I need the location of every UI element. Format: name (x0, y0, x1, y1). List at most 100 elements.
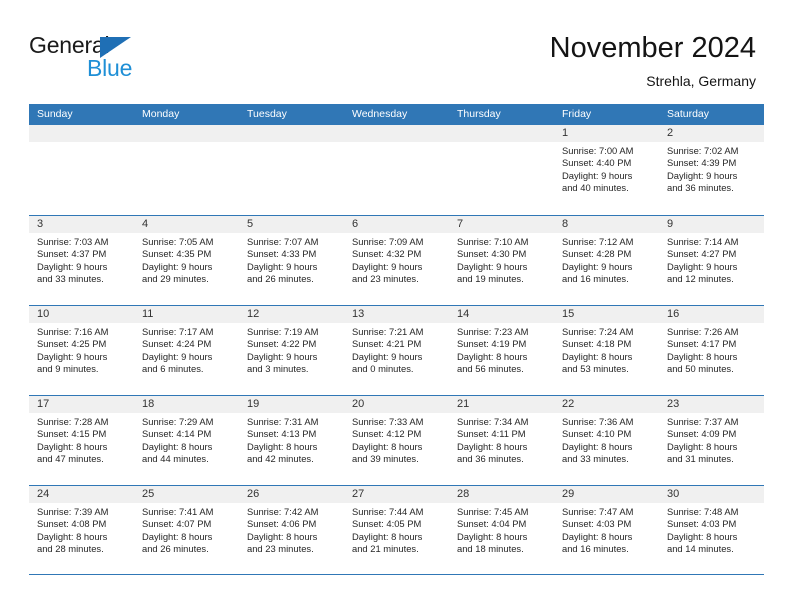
day-cell[interactable]: 29 Sunrise: 7:47 AM Sunset: 4:03 PM Dayligh… (554, 486, 659, 574)
sunrise-text: Sunrise: 7:17 AM (142, 326, 214, 337)
day-cell[interactable]: 27 Sunrise: 7:44 AM Sunset: 4:05 PM Dayligh… (344, 486, 449, 574)
day-cell[interactable]: 23 Sunrise: 7:37 AM Sunset: 4:09 PM Dayligh… (659, 396, 764, 485)
day-cell[interactable]: 5 Sunrise: 7:07 AM Sunset: 4:33 PM Daylight… (239, 216, 344, 305)
daylight-text-line2: and 36 minutes. (457, 452, 524, 464)
day-number: 13 (344, 306, 449, 323)
sunrise-text: Sunrise: 7:10 AM (457, 236, 529, 247)
daylight-text-line2: and 18 minutes. (457, 542, 524, 554)
day-cell[interactable]: 21 Sunrise: 7:34 AM Sunset: 4:11 PM Dayligh… (449, 396, 554, 485)
day-cell[interactable]: 30 Sunrise: 7:48 AM Sunset: 4:03 PM Dayligh… (659, 486, 764, 574)
sunset-text: Sunset: 4:11 PM (457, 428, 526, 440)
day-cell[interactable]: 14 Sunrise: 7:23 AM Sunset: 4:19 PM Dayligh… (449, 306, 554, 395)
weekday-header-monday: Monday (142, 108, 180, 120)
day-details: Sunrise: 7:00 AM Sunset: 4:40 PM Daylight:… (554, 142, 659, 194)
day-cell[interactable]: 9 Sunrise: 7:14 AM Sunset: 4:27 PM Daylight… (659, 216, 764, 305)
daylight-text-line1: Daylight: 8 hours (562, 530, 633, 542)
day-cell[interactable]: 17 Sunrise: 7:28 AM Sunset: 4:15 PM Dayligh… (29, 396, 134, 485)
day-number: 26 (239, 486, 344, 503)
day-cell-empty (239, 125, 344, 215)
sunrise-text: Sunrise: 7:42 AM (247, 506, 319, 517)
sunrise-text: Sunrise: 7:28 AM (37, 416, 109, 427)
sunset-text: Sunset: 4:03 PM (667, 518, 737, 530)
daylight-text-line2: and 36 minutes. (667, 181, 734, 193)
day-details: Sunrise: 7:28 AM Sunset: 4:15 PM Daylight:… (29, 413, 134, 465)
logo-text-blue: Blue (87, 55, 133, 81)
day-cell[interactable]: 12 Sunrise: 7:19 AM Sunset: 4:22 PM Dayligh… (239, 306, 344, 395)
day-details: Sunrise: 7:41 AM Sunset: 4:07 PM Daylight:… (134, 503, 239, 555)
day-cell[interactable]: 25 Sunrise: 7:41 AM Sunset: 4:07 PM Dayligh… (134, 486, 239, 574)
day-details: Sunrise: 7:39 AM Sunset: 4:08 PM Daylight:… (29, 503, 134, 555)
day-cell[interactable]: 13 Sunrise: 7:21 AM Sunset: 4:21 PM Dayligh… (344, 306, 449, 395)
day-number: 28 (449, 486, 554, 503)
day-number (344, 125, 449, 142)
day-number: 15 (554, 306, 659, 323)
day-cell[interactable]: 2 Sunrise: 7:02 AM Sunset: 4:39 PM Daylight… (659, 125, 764, 215)
day-cell-empty (344, 125, 449, 215)
sunset-text: Sunset: 4:32 PM (352, 248, 422, 260)
daylight-text-line1: Daylight: 9 hours (352, 350, 423, 362)
day-number: 11 (134, 306, 239, 323)
day-cell[interactable]: 19 Sunrise: 7:31 AM Sunset: 4:13 PM Dayligh… (239, 396, 344, 485)
day-cell[interactable]: 6 Sunrise: 7:09 AM Sunset: 4:32 PM Daylight… (344, 216, 449, 305)
day-cell[interactable]: 3 Sunrise: 7:03 AM Sunset: 4:37 PM Daylight… (29, 216, 134, 305)
day-cell[interactable]: 15 Sunrise: 7:24 AM Sunset: 4:18 PM Dayligh… (554, 306, 659, 395)
sunrise-text: Sunrise: 7:09 AM (352, 236, 424, 247)
daylight-text-line2: and 42 minutes. (247, 452, 314, 464)
calendar-grid: Sunday Monday Tuesday Wednesday Thursday Frid… (29, 104, 764, 575)
day-cell[interactable]: 7 Sunrise: 7:10 AM Sunset: 4:30 PM Daylight… (449, 216, 554, 305)
daylight-text-line2: and 50 minutes. (667, 362, 734, 374)
day-cell[interactable]: 20 Sunrise: 7:33 AM Sunset: 4:12 PM Dayligh… (344, 396, 449, 485)
day-details: Sunrise: 7:24 AM Sunset: 4:18 PM Daylight:… (554, 323, 659, 375)
weekday-header-tuesday: Tuesday (247, 108, 287, 120)
day-cell[interactable]: 26 Sunrise: 7:42 AM Sunset: 4:06 PM Dayligh… (239, 486, 344, 574)
daylight-text-line1: Daylight: 8 hours (352, 440, 423, 452)
day-cell[interactable]: 1 Sunrise: 7:00 AM Sunset: 4:40 PM Daylight… (554, 125, 659, 215)
day-cell[interactable]: 4 Sunrise: 7:05 AM Sunset: 4:35 PM Daylight… (134, 216, 239, 305)
page-subtitle-location: Strehla, Germany (646, 73, 756, 89)
sunrise-text: Sunrise: 7:14 AM (667, 236, 739, 247)
daylight-text-line1: Daylight: 9 hours (667, 260, 738, 272)
sunset-text: Sunset: 4:04 PM (457, 518, 527, 530)
day-details: Sunrise: 7:48 AM Sunset: 4:03 PM Daylight:… (659, 503, 764, 555)
day-details: Sunrise: 7:21 AM Sunset: 4:21 PM Daylight:… (344, 323, 449, 375)
sunrise-text: Sunrise: 7:07 AM (247, 236, 319, 247)
day-cell[interactable]: 22 Sunrise: 7:36 AM Sunset: 4:10 PM Dayligh… (554, 396, 659, 485)
day-details: Sunrise: 7:14 AM Sunset: 4:27 PM Daylight:… (659, 233, 764, 285)
sunrise-text: Sunrise: 7:12 AM (562, 236, 634, 247)
daylight-text-line2: and 16 minutes. (562, 272, 629, 284)
daylight-text-line2: and 0 minutes. (352, 362, 414, 374)
day-details: Sunrise: 7:29 AM Sunset: 4:14 PM Daylight:… (134, 413, 239, 465)
weeks-container: 1 Sunrise: 7:00 AM Sunset: 4:40 PM Daylight… (29, 125, 764, 575)
day-cell[interactable]: 10 Sunrise: 7:16 AM Sunset: 4:25 PM Dayligh… (29, 306, 134, 395)
daylight-text-line2: and 21 minutes. (352, 542, 419, 554)
day-cell[interactable]: 11 Sunrise: 7:17 AM Sunset: 4:24 PM Dayligh… (134, 306, 239, 395)
sunset-text: Sunset: 4:13 PM (247, 428, 317, 440)
daylight-text-line2: and 31 minutes. (667, 452, 734, 464)
daylight-text-line1: Daylight: 9 hours (247, 350, 318, 362)
week-row: 24 Sunrise: 7:39 AM Sunset: 4:08 PM Dayligh… (29, 485, 764, 575)
week-row: 3 Sunrise: 7:03 AM Sunset: 4:37 PM Daylight… (29, 215, 764, 305)
daylight-text-line1: Daylight: 9 hours (142, 350, 213, 362)
daylight-text-line1: Daylight: 8 hours (142, 530, 213, 542)
sunset-text: Sunset: 4:06 PM (247, 518, 317, 530)
day-cell[interactable]: 24 Sunrise: 7:39 AM Sunset: 4:08 PM Dayligh… (29, 486, 134, 574)
sunrise-text: Sunrise: 7:26 AM (667, 326, 739, 337)
day-number: 8 (554, 216, 659, 233)
daylight-text-line1: Daylight: 8 hours (562, 440, 633, 452)
day-cell[interactable]: 28 Sunrise: 7:45 AM Sunset: 4:04 PM Dayligh… (449, 486, 554, 574)
day-details: Sunrise: 7:02 AM Sunset: 4:39 PM Daylight:… (659, 142, 764, 194)
daylight-text-line2: and 29 minutes. (142, 272, 209, 284)
daylight-text-line1: Daylight: 9 hours (142, 260, 213, 272)
sunrise-text: Sunrise: 7:29 AM (142, 416, 214, 427)
sunrise-text: Sunrise: 7:05 AM (142, 236, 214, 247)
sunset-text: Sunset: 4:28 PM (562, 248, 632, 260)
sunset-text: Sunset: 4:19 PM (457, 338, 527, 350)
day-cell[interactable]: 18 Sunrise: 7:29 AM Sunset: 4:14 PM Dayligh… (134, 396, 239, 485)
general-blue-logo[interactable]: General Blue (29, 32, 209, 84)
day-details: Sunrise: 7:44 AM Sunset: 4:05 PM Daylight:… (344, 503, 449, 555)
day-cell[interactable]: 16 Sunrise: 7:26 AM Sunset: 4:17 PM Dayligh… (659, 306, 764, 395)
weekday-header-saturday: Saturday (667, 108, 710, 120)
day-number: 14 (449, 306, 554, 323)
day-cell[interactable]: 8 Sunrise: 7:12 AM Sunset: 4:28 PM Daylight… (554, 216, 659, 305)
day-details: Sunrise: 7:33 AM Sunset: 4:12 PM Daylight:… (344, 413, 449, 465)
